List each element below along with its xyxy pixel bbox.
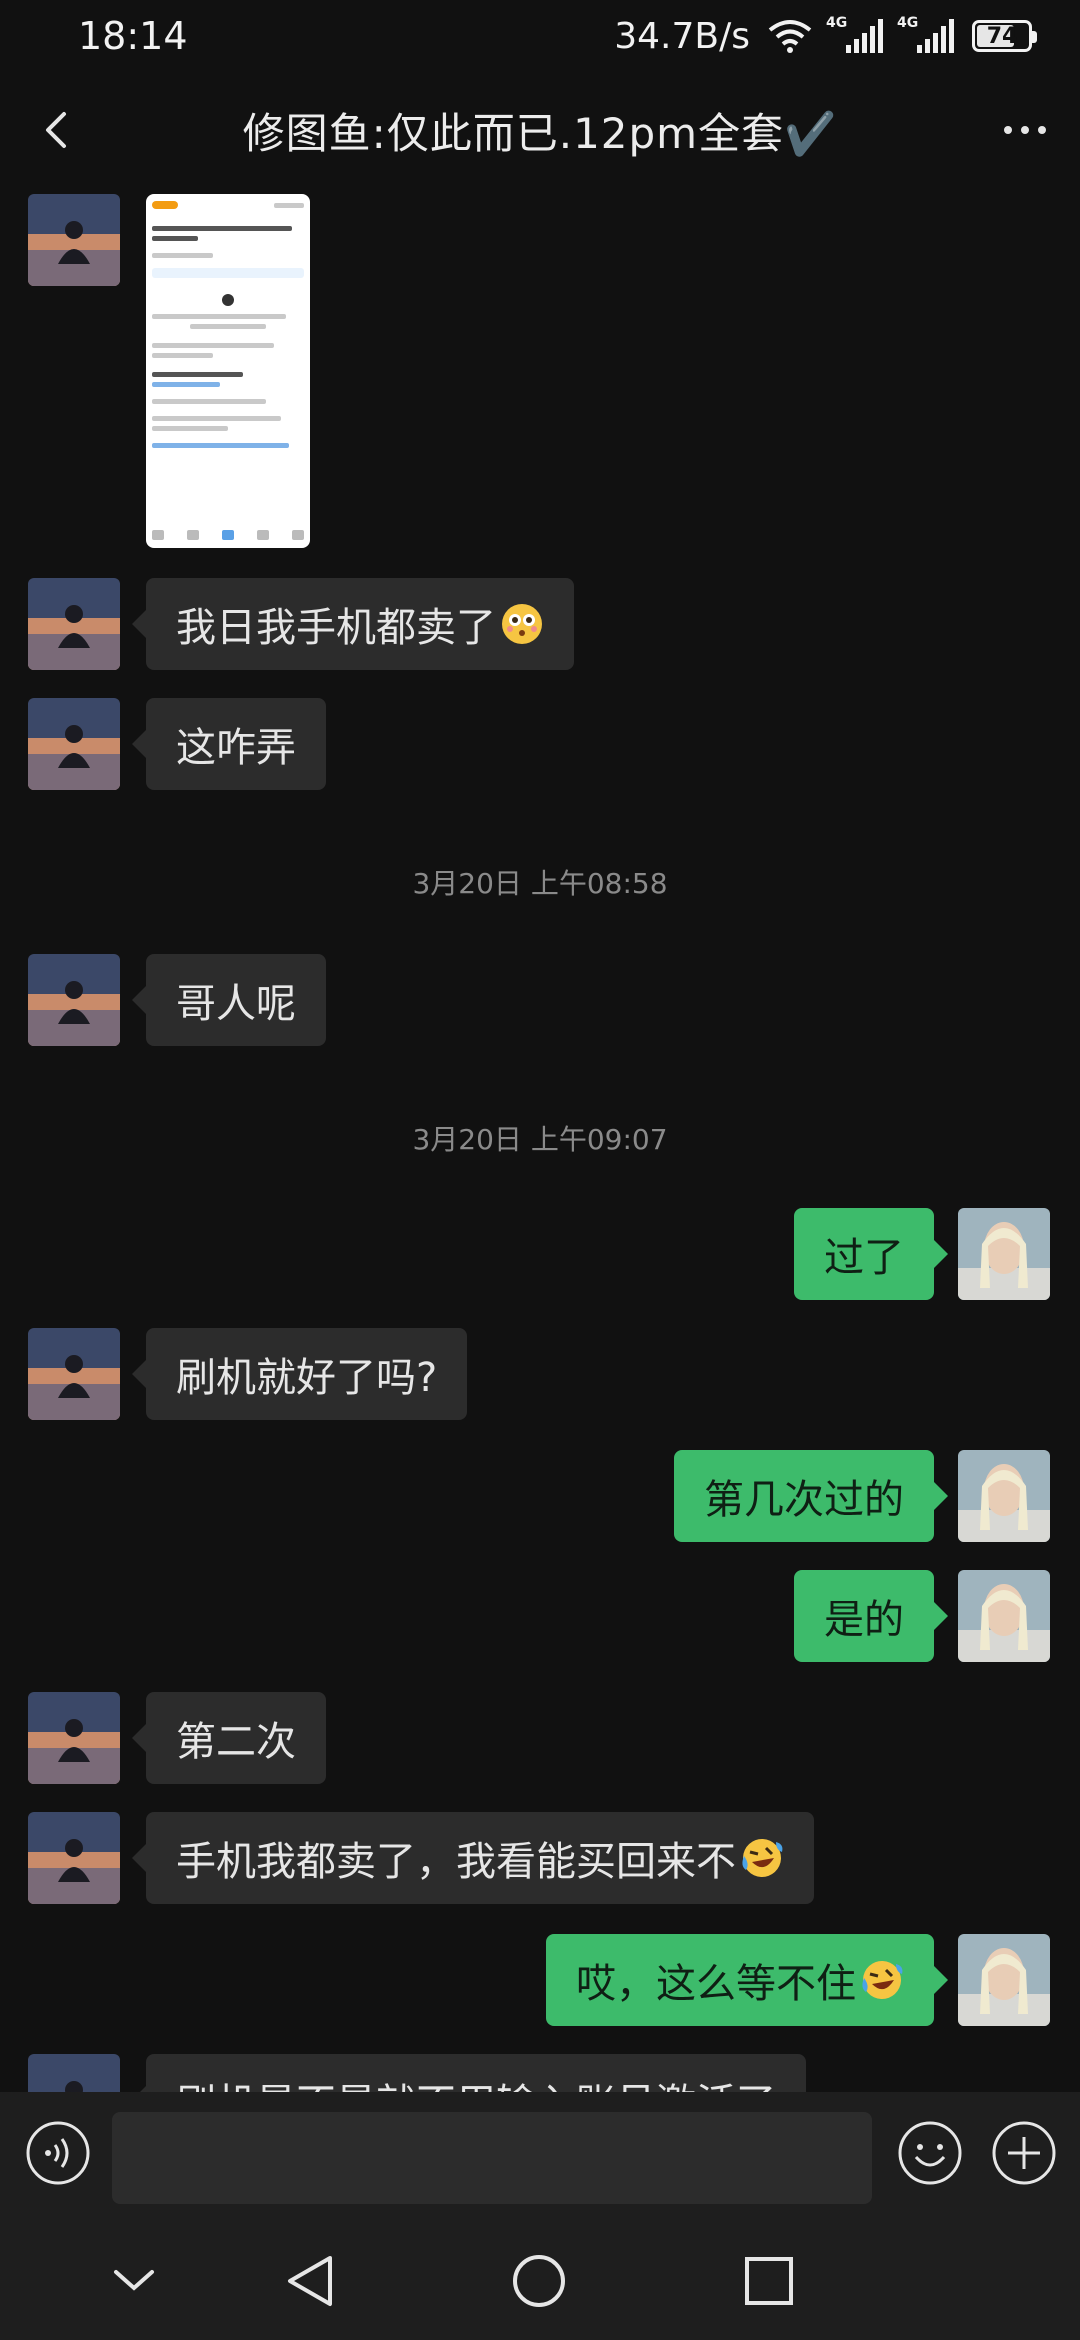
message-text: 是的 xyxy=(824,1597,904,1643)
message-incoming: 哥人呢 xyxy=(0,954,1080,1054)
voice-icon[interactable] xyxy=(24,2119,92,2187)
home-circle-icon[interactable] xyxy=(510,2252,568,2310)
chevron-down-icon[interactable] xyxy=(112,2264,156,2294)
avatar-contact[interactable] xyxy=(28,698,120,790)
message-bubble[interactable]: 这咋弄 xyxy=(132,698,326,790)
message-bubble[interactable]: 我日我手机都卖了 xyxy=(132,578,574,670)
message-text: 这咋弄 xyxy=(176,725,296,771)
message-bubble[interactable]: 刷机是不是就不用输入账号激活了 xyxy=(132,2054,806,2092)
avatar-self[interactable] xyxy=(958,1934,1050,2026)
message-outgoing: 是的 xyxy=(0,1570,1080,1670)
message-outgoing: 过了 xyxy=(0,1208,1080,1308)
message-bubble[interactable]: 第几次过的 xyxy=(674,1450,948,1542)
message-incoming: 刷机是不是就不用输入账号激活了 xyxy=(0,2054,1080,2092)
message-text: 我日我手机都卖了 xyxy=(176,605,496,651)
message-bubble[interactable]: 是的 xyxy=(794,1570,948,1662)
message-incoming: 手机我都卖了，我看能买回来不 xyxy=(0,1812,1080,1912)
message-bubble[interactable]: 刷机就好了吗? xyxy=(131,1328,468,1420)
message-text: 哥人呢 xyxy=(176,981,296,1027)
back-triangle-icon[interactable] xyxy=(282,2252,338,2310)
chat-message-list[interactable]: 我日我手机都卖了 这咋弄 3月20日 上午08:58 哥人呢 3月20日 上午0… xyxy=(0,186,1080,2092)
avatar-self[interactable] xyxy=(958,1208,1050,1300)
timestamp: 3月20日 上午09:07 xyxy=(412,1123,668,1156)
status-indicators: 34.7B/s 4G 4G 74 xyxy=(614,15,1037,57)
avatar-contact[interactable] xyxy=(28,194,120,286)
avatar-contact[interactable] xyxy=(28,2054,120,2092)
message-text: 第几次过的 xyxy=(704,1477,904,1523)
message-incoming: 刷机就好了吗? xyxy=(0,1328,1080,1428)
avatar-self[interactable] xyxy=(958,1450,1050,1542)
message-incoming: 这咋弄 xyxy=(0,698,1080,798)
avatar-contact[interactable] xyxy=(28,1692,120,1784)
message-text: 刷机就好了吗? xyxy=(176,1355,438,1401)
laughing-tears-face-icon xyxy=(862,1961,903,1999)
timestamp: 3月20日 上午08:58 xyxy=(412,867,668,900)
message-incoming: 我日我手机都卖了 xyxy=(0,578,1080,678)
message-bubble[interactable]: 哥人呢 xyxy=(132,954,326,1046)
flushed-face-icon xyxy=(502,604,542,644)
avatar-contact[interactable] xyxy=(28,1328,120,1420)
system-nav-bar xyxy=(0,2224,1080,2340)
laughing-tears-face-icon xyxy=(742,1839,783,1877)
message-text: 哎，这么等不住 xyxy=(576,1961,856,2007)
message-bubble[interactable]: 手机我都卖了，我看能买回来不 xyxy=(132,1812,814,1904)
message-outgoing: 哎，这么等不住 xyxy=(0,1934,1080,2034)
smiley-icon[interactable] xyxy=(896,2119,964,2187)
message-bubble[interactable]: 过了 xyxy=(794,1208,948,1300)
avatar-self[interactable] xyxy=(958,1570,1050,1662)
plus-icon[interactable] xyxy=(990,2119,1058,2187)
message-text: 第二次 xyxy=(176,1719,296,1765)
message-input[interactable] xyxy=(112,2112,872,2204)
avatar-contact[interactable] xyxy=(28,954,120,1046)
wifi-icon xyxy=(768,20,812,53)
message-text: 手机我都卖了，我看能买回来不 xyxy=(176,1839,736,1885)
chat-header: 修图鱼:仅此而已.12pm全套✔️ xyxy=(0,80,1080,180)
message-outgoing: 第几次过的 xyxy=(0,1450,1080,1550)
message-text: 过了 xyxy=(824,1235,904,1281)
battery-icon: 74 xyxy=(972,20,1037,52)
chevron-left-icon[interactable] xyxy=(30,102,86,158)
sim2-label: 4G xyxy=(897,15,919,31)
signal-sim1-icon: 4G xyxy=(826,15,883,53)
avatar-contact[interactable] xyxy=(28,578,120,670)
message-text: 刷机是不是就不用输入账号激活了 xyxy=(176,2071,776,2092)
more-dots-icon[interactable] xyxy=(1000,116,1050,144)
message-bubble[interactable]: 哎，这么等不住 xyxy=(546,1934,948,2026)
signal-sim2-icon: 4G xyxy=(897,15,954,53)
message-image xyxy=(0,186,1080,556)
status-time: 18:14 xyxy=(78,14,188,58)
message-bubble[interactable]: 第二次 xyxy=(132,1692,326,1784)
sim1-label: 4G xyxy=(826,15,848,31)
message-incoming: 第二次 xyxy=(0,1692,1080,1792)
status-bar: 18:14 34.7B/s 4G 4G 74 xyxy=(0,0,1080,72)
chat-title: 修图鱼:仅此而已.12pm全套✔️ xyxy=(242,108,838,158)
screenshot-thumbnail[interactable] xyxy=(146,194,310,548)
network-speed: 34.7B/s xyxy=(614,15,750,57)
recents-square-icon[interactable] xyxy=(742,2254,796,2308)
input-bar xyxy=(0,2092,1080,2224)
avatar-contact[interactable] xyxy=(28,1812,120,1904)
battery-level: 74 xyxy=(986,23,1018,49)
